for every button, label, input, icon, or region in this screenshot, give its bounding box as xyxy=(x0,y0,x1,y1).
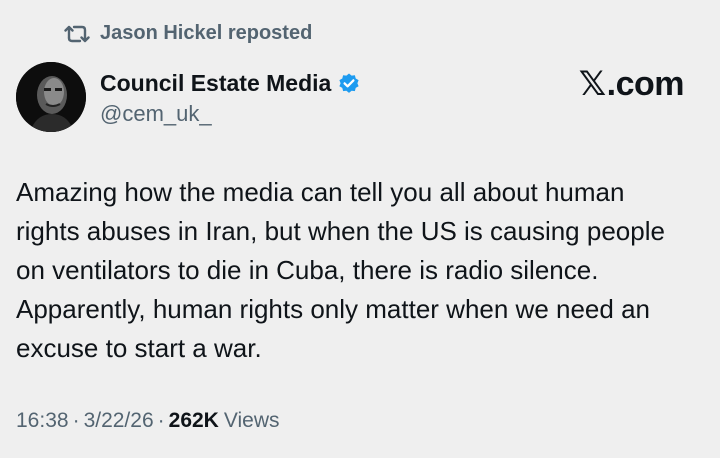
tweet-line: Amazing how the media can tell you all a… xyxy=(16,177,625,207)
meta-separator: · xyxy=(72,409,80,432)
tweet-line: Apparently, human rights only matter whe… xyxy=(16,294,650,324)
tweet-line: excuse to start a war. xyxy=(16,333,262,363)
tweet-text: Amazing how the media can tell you all a… xyxy=(16,173,706,368)
avatar[interactable] xyxy=(16,62,86,132)
tweet-line: rights abuses in Iran, but when the US i… xyxy=(16,216,665,246)
tweet-line: on ventilators to die in Cuba, there is … xyxy=(16,255,599,285)
x-logo-icon: 𝕏 xyxy=(578,64,606,104)
author-names: Council Estate Media @cem_uk_ xyxy=(100,70,361,127)
tweet-time[interactable]: 16:38 xyxy=(16,409,69,433)
brand-text: .com xyxy=(606,64,685,103)
author-handle[interactable]: @cem_uk_ xyxy=(100,101,361,127)
views-count: 262K xyxy=(168,409,219,432)
author-display-name[interactable]: Council Estate Media xyxy=(100,70,331,97)
meta-separator: · xyxy=(157,409,165,432)
tweet-header: Council Estate Media @cem_uk_ 𝕏 .com xyxy=(16,62,704,136)
tweet-date[interactable]: 3/22/26 xyxy=(84,409,154,433)
tweet-meta: 16:38 · 3/22/26 · 262K Views xyxy=(16,409,279,433)
x-brand-logo: 𝕏 .com xyxy=(578,64,685,104)
verified-badge-icon xyxy=(337,72,361,96)
repost-indicator[interactable]: Jason Hickel reposted xyxy=(64,22,312,45)
repost-icon xyxy=(64,23,90,45)
views-label: Views xyxy=(223,409,280,432)
repost-text: Jason Hickel reposted xyxy=(100,22,313,44)
